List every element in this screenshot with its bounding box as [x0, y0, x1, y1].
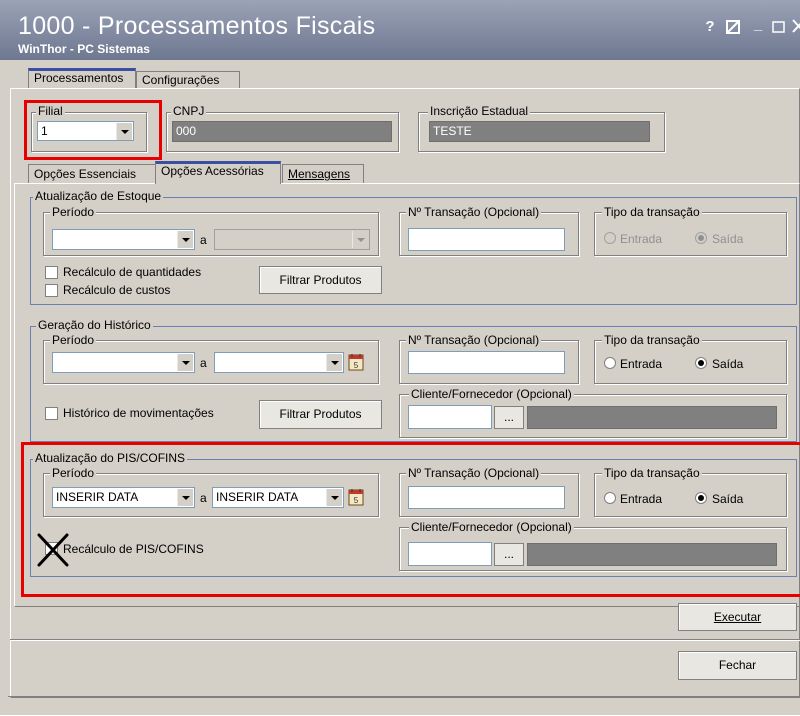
help-icon[interactable]: ? [702, 18, 718, 35]
minimize-icon[interactable]: _ [750, 16, 766, 33]
historico-movimentacoes-label: Histórico de movimentações [63, 406, 214, 420]
dropdown-arrow-icon[interactable] [177, 354, 193, 371]
tab-mensagens[interactable]: Mensagens [282, 164, 364, 183]
historico-transacao-input[interactable] [408, 351, 565, 374]
restore-icon[interactable] [772, 20, 786, 34]
pis-date-to-value: INSERIR DATA [216, 490, 299, 504]
tab-opcoes-acessorias[interactable]: Opções Acessórias [155, 161, 281, 184]
recalc-custos-checkbox[interactable] [45, 284, 58, 297]
dropdown-arrow-icon[interactable] [116, 123, 132, 140]
estoque-entrada-label: Entrada [620, 232, 663, 246]
filial-legend: Filial [36, 104, 65, 118]
inscricao-field: TESTE [429, 121, 650, 142]
fechar-button[interactable]: Fechar [678, 651, 797, 680]
tab-configuracoes[interactable]: Configurações [136, 71, 240, 88]
pis-date-to[interactable]: INSERIR DATA [212, 487, 344, 508]
estoque-tipo-legend: Tipo da transação [602, 205, 702, 219]
filial-select[interactable]: 1 [37, 121, 134, 141]
estoque-date-from[interactable] [52, 229, 195, 250]
pis-date-from[interactable]: INSERIR DATA [52, 487, 195, 508]
recalc-quantidades-label: Recálculo de quantidades [63, 265, 202, 279]
estoque-saida-label: Saída [712, 232, 744, 246]
recalc-pis-cofins-label: Recálculo de PIS/COFINS [63, 542, 204, 556]
window-body: Processamentos Configurações Filial 1 CN… [0, 60, 800, 715]
historico-saida-label: Saída [712, 357, 744, 371]
tab-processamentos[interactable]: Processamentos [28, 68, 136, 88]
pis-cliente-code[interactable] [408, 542, 492, 566]
estoque-transacao-legend: Nº Transação (Opcional) [406, 205, 542, 219]
historico-cliente-legend: Cliente/Fornecedor (Opcional) [409, 387, 574, 401]
executar-button[interactable]: Executar [678, 603, 797, 631]
pis-date-from-value: INSERIR DATA [56, 490, 139, 504]
pis-saida-radio[interactable] [695, 492, 707, 504]
historico-saida-radio[interactable] [695, 357, 707, 369]
estoque-a-label: a [200, 233, 207, 247]
pis-a-label: a [200, 491, 207, 505]
pis-entrada-label: Entrada [620, 492, 663, 506]
calendar-icon[interactable]: 5 [348, 353, 364, 371]
divider [10, 639, 800, 641]
estoque-periodo-legend: Período [50, 205, 97, 219]
historico-entrada-label: Entrada [620, 357, 663, 371]
historico-a-label: a [200, 356, 207, 370]
svg-text:5: 5 [354, 361, 359, 370]
historico-date-to[interactable] [214, 352, 344, 373]
maximize-icon[interactable] [726, 20, 740, 34]
pis-periodo-legend: Período [50, 466, 97, 480]
historico-cliente-search-button[interactable]: ... [494, 406, 524, 429]
dropdown-arrow-icon[interactable] [177, 231, 193, 248]
historico-entrada-radio[interactable] [604, 357, 616, 369]
historico-filtrar-button[interactable]: Filtrar Produtos [259, 400, 382, 429]
estoque-filtrar-button[interactable]: Filtrar Produtos [259, 266, 382, 294]
dropdown-arrow-icon[interactable] [326, 354, 342, 371]
close-icon[interactable] [792, 18, 800, 34]
estoque-date-to [214, 229, 370, 250]
dropdown-arrow-icon[interactable] [326, 489, 342, 506]
estoque-saida-radio [695, 232, 707, 244]
dropdown-arrow-icon[interactable] [177, 489, 193, 506]
historico-cliente-name [527, 406, 777, 429]
filial-value: 1 [41, 124, 48, 138]
title-bar: 1000 - Processamentos Fiscais WinThor - … [0, 0, 800, 60]
estoque-legend: Atualização de Estoque [33, 189, 164, 203]
cnpj-legend: CNPJ [171, 104, 207, 118]
pis-cliente-legend: Cliente/Fornecedor (Opcional) [409, 520, 574, 534]
pis-tipo-legend: Tipo da transação [602, 466, 702, 480]
historico-transacao-legend: Nº Transação (Opcional) [406, 333, 542, 347]
historico-date-from[interactable] [52, 352, 195, 373]
estoque-transacao-input[interactable] [408, 228, 565, 251]
window-title: 1000 - Processamentos Fiscais [18, 12, 376, 40]
calendar-icon[interactable]: 5 [348, 488, 364, 506]
pis-saida-label: Saída [712, 492, 744, 506]
recalc-custos-label: Recálculo de custos [63, 283, 171, 297]
status-bar [8, 696, 800, 716]
cnpj-field: 000 [172, 121, 392, 142]
svg-text:5: 5 [354, 496, 359, 505]
tab-opcoes-essenciais[interactable]: Opções Essenciais [28, 164, 156, 183]
pis-cliente-name [527, 543, 777, 566]
pis-transacao-legend: Nº Transação (Opcional) [406, 466, 542, 480]
recalc-quantidades-checkbox[interactable] [45, 266, 58, 279]
historico-tipo-legend: Tipo da transação [602, 333, 702, 347]
historico-movimentacoes-checkbox[interactable] [45, 407, 58, 420]
pis-legend: Atualização do PIS/COFINS [33, 451, 188, 465]
historico-periodo-legend: Período [50, 333, 97, 347]
inscricao-legend: Inscrição Estadual [428, 104, 531, 118]
estoque-entrada-radio [604, 232, 616, 244]
cross-mark-icon [36, 532, 70, 568]
pis-transacao-input[interactable] [408, 486, 565, 509]
dropdown-arrow-icon [352, 231, 368, 248]
window-subtitle: WinThor - PC Sistemas [18, 42, 150, 56]
historico-legend: Geração do Histórico [36, 318, 153, 332]
historico-cliente-code[interactable] [408, 405, 492, 429]
pis-entrada-radio[interactable] [604, 492, 616, 504]
pis-cliente-search-button[interactable]: ... [494, 543, 524, 566]
